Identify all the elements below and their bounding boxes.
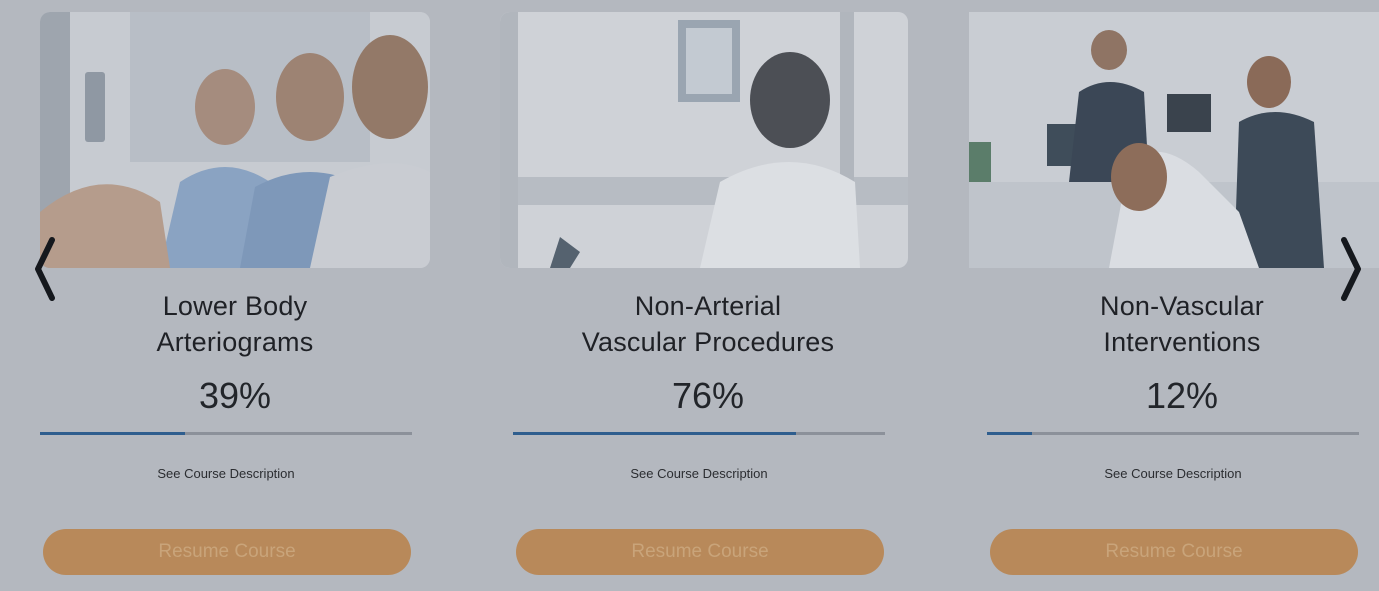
progress-percent: 76%	[671, 375, 745, 416]
course-image	[500, 12, 908, 268]
chevron-left-icon	[35, 237, 55, 301]
see-course-description-link[interactable]: See Course Description	[513, 466, 885, 481]
resume-course-button[interactable]: Resume Course	[516, 529, 884, 575]
progress-bar	[513, 432, 885, 435]
course-image	[969, 12, 1379, 268]
see-course-description-link[interactable]: See Course Description	[987, 466, 1359, 481]
resume-course-button[interactable]: Resume Course	[43, 529, 411, 575]
progress-bar-fill	[40, 432, 186, 435]
progress-bar-fill	[513, 432, 796, 435]
course-card: Non-Arterial Vascular Procedures 76% See…	[500, 12, 908, 591]
course-card: Non-Vascular Interventions 12% See Cours…	[969, 12, 1379, 591]
prev-slide-button[interactable]	[28, 232, 62, 306]
progress-bar	[40, 432, 412, 435]
course-title: Non-Vascular Interventions	[1100, 291, 1264, 357]
course-image	[40, 12, 430, 268]
course-title: Non-Arterial Vascular Procedures	[581, 291, 835, 357]
course-card: Lower Body Arteriograms 39% See Course D…	[40, 12, 430, 591]
resume-course-button[interactable]: Resume Course	[990, 529, 1358, 575]
progress-bar	[987, 432, 1359, 435]
see-course-description-link[interactable]: See Course Description	[40, 466, 412, 481]
course-carousel: Lower Body Arteriograms 39% See Course D…	[0, 0, 1379, 591]
progress-percent: 12%	[1145, 375, 1219, 416]
course-title: Lower Body Arteriograms	[156, 291, 314, 357]
chevron-right-icon	[1341, 237, 1361, 301]
next-slide-button[interactable]	[1334, 232, 1368, 306]
progress-percent: 39%	[198, 375, 272, 416]
progress-bar-fill	[987, 432, 1032, 435]
